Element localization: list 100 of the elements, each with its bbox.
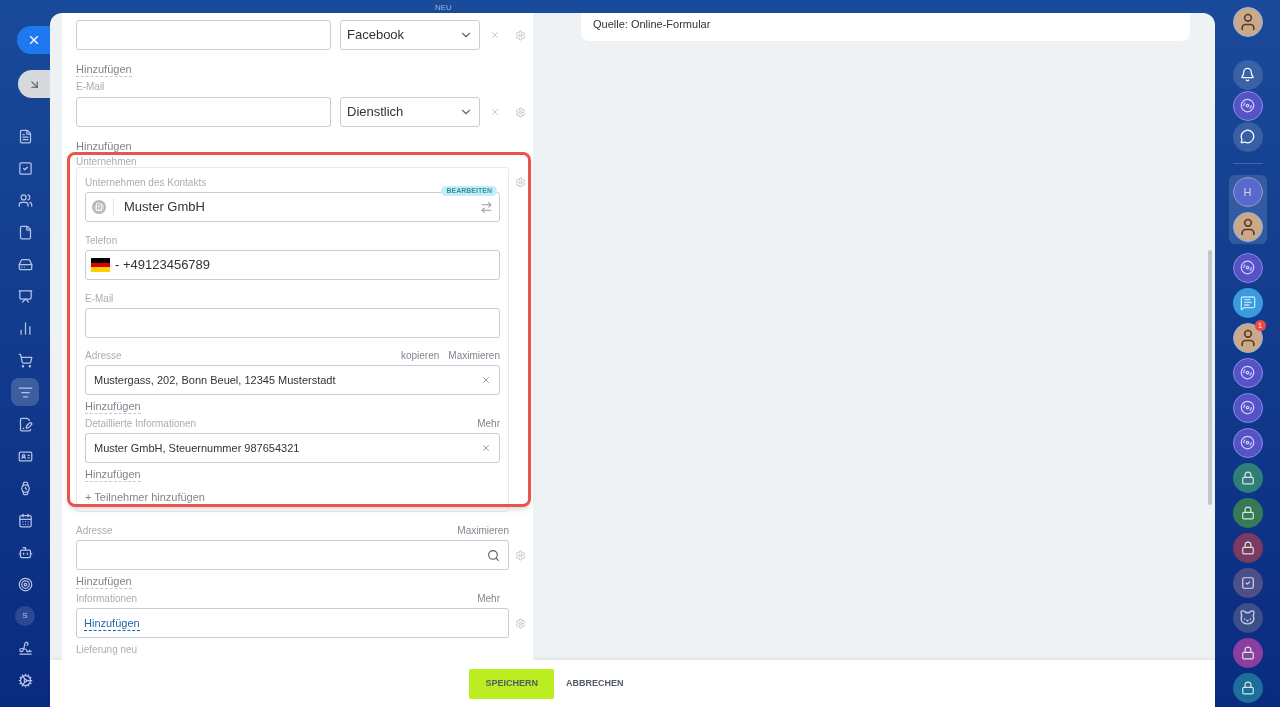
field-label: Adresse [76, 525, 113, 537]
add-link[interactable]: Hinzufügen [84, 615, 140, 631]
search-icon[interactable] [487, 548, 500, 562]
locked-chat-button[interactable] [1232, 462, 1263, 493]
cat-icon [1239, 609, 1256, 626]
flag-icon [91, 258, 110, 272]
chat-button[interactable] [1232, 121, 1263, 152]
type-select[interactable]: Dienstlich [340, 97, 480, 127]
avatar[interactable] [1232, 602, 1263, 633]
drive-icon [17, 256, 33, 272]
channel-button[interactable] [1232, 90, 1263, 121]
add-link[interactable]: Hinzufügen [76, 62, 132, 77]
disc-icon [1240, 400, 1255, 415]
filter-icon [17, 384, 33, 400]
field-label: E-Mail [76, 81, 105, 93]
disc-icon [1240, 98, 1255, 113]
details-field[interactable]: Muster GmbH, Steuernummer 987654321 [85, 433, 500, 463]
task-button[interactable] [1232, 567, 1263, 598]
notification-badge: 1 [1254, 319, 1266, 331]
field-label: Unternehmen des Kontakts [85, 177, 208, 189]
id-card-icon [17, 448, 33, 464]
disc-icon [1240, 435, 1255, 450]
add-participant-link[interactable]: + Teilnehmer hinzufügen [85, 490, 205, 505]
avatar[interactable]: H [1232, 177, 1263, 208]
cancel-button[interactable]: ABBRECHEN [564, 668, 626, 699]
add-link[interactable]: Hinzufügen [85, 399, 141, 414]
file-icon [17, 224, 33, 240]
channel-button[interactable] [1232, 427, 1263, 458]
lock-icon [1240, 680, 1255, 695]
target-icon [17, 576, 33, 592]
save-button[interactable]: SPEICHERN [469, 668, 554, 699]
field-action-link[interactable]: Maximieren [448, 350, 500, 362]
field-action-link[interactable]: Mehr [477, 593, 500, 605]
field-label: Lieferung neu [76, 644, 138, 656]
scrollbar[interactable] [1208, 250, 1212, 505]
collapse-button[interactable] [18, 70, 50, 98]
nav-avatar[interactable]: S [15, 606, 35, 626]
locked-chat-button[interactable] [1232, 497, 1263, 528]
swap-icon[interactable] [480, 200, 493, 214]
file-pen-icon [17, 416, 33, 432]
lock-icon [1240, 470, 1255, 485]
add-link[interactable]: Hinzufügen [85, 467, 141, 482]
checkbox-icon [1240, 575, 1255, 590]
building-icon [92, 200, 106, 214]
type-select[interactable]: Facebook [340, 20, 480, 50]
field-label: Informationen [76, 593, 138, 605]
add-link[interactable]: Hinzufügen [76, 139, 132, 154]
chat-bubble-icon [1240, 129, 1255, 144]
calendar-icon [17, 512, 33, 528]
lock-icon [1240, 540, 1255, 555]
field-label: Telefon [85, 235, 118, 247]
field-value: Muster GmbH [124, 198, 206, 217]
robot-icon [17, 544, 33, 560]
avatar[interactable] [1232, 211, 1263, 242]
field-value: - +49123456789 [115, 256, 211, 275]
chat-button[interactable] [1232, 287, 1263, 318]
locked-chat-button[interactable] [1232, 532, 1263, 563]
disc-icon [1240, 260, 1255, 275]
checkbox-icon [17, 160, 33, 176]
signature-icon [17, 640, 33, 656]
phone-field[interactable]: - +49123456789 [85, 250, 500, 280]
channel-button[interactable] [1232, 357, 1263, 388]
channel-button[interactable] [1232, 252, 1263, 283]
avatar[interactable] [1232, 7, 1263, 37]
cog-icon [17, 672, 33, 688]
lock-icon [1240, 505, 1255, 520]
users-icon [17, 192, 33, 208]
disc-icon [1240, 365, 1255, 380]
new-label: NEU [435, 3, 452, 12]
field-label: Detaillierte Informationen [85, 418, 197, 430]
notifications-button[interactable] [1232, 59, 1263, 90]
document-icon [17, 128, 33, 144]
field-action-link[interactable]: Mehr [477, 418, 500, 430]
field-action-link[interactable]: Maximieren [457, 525, 509, 537]
lock-icon [1240, 645, 1255, 660]
source-text: Quelle: Online-Formular [593, 17, 711, 32]
close-button[interactable] [17, 26, 50, 54]
bell-icon [1240, 67, 1255, 82]
field-label: E-Mail [85, 293, 114, 305]
nav-item[interactable] [11, 378, 39, 406]
clear-icon[interactable] [481, 443, 491, 453]
avatar[interactable] [1232, 322, 1263, 353]
field-label: Unternehmen [76, 156, 137, 168]
channel-button[interactable] [1232, 392, 1263, 423]
locked-chat-button[interactable] [1232, 672, 1263, 703]
cart-icon [17, 352, 33, 368]
field-action-link[interactable]: kopieren [400, 350, 440, 362]
presentation-icon [17, 288, 33, 304]
locked-chat-button[interactable] [1232, 637, 1263, 668]
information-field[interactable]: Hinzufügen [76, 608, 509, 638]
clear-icon[interactable] [481, 375, 491, 385]
email-field[interactable] [85, 308, 500, 338]
address-field[interactable] [76, 540, 509, 570]
input-field[interactable] [76, 20, 331, 50]
message-icon [1239, 294, 1256, 311]
add-link[interactable]: Hinzufügen [76, 574, 132, 589]
bar-chart-icon [17, 320, 33, 336]
input-field[interactable] [76, 97, 331, 127]
field-label: Adresse [85, 350, 122, 362]
address-field[interactable]: Mustergass, 202, Bonn Beuel, 12345 Musterstadt [85, 365, 500, 395]
